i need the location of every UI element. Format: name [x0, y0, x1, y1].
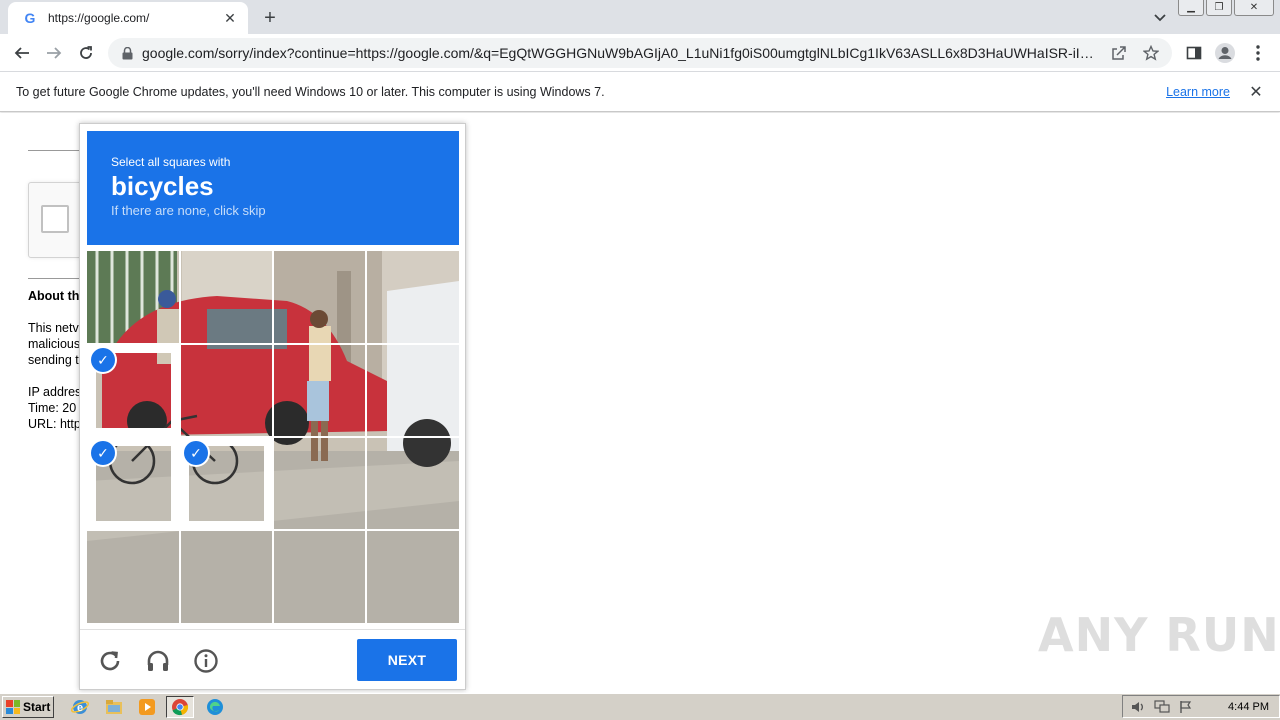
- window-controls: ▁ ❐ ✕: [1178, 0, 1274, 16]
- tab-close-icon[interactable]: ✕: [222, 10, 238, 26]
- infobar-close-icon[interactable]: ✕: [1248, 84, 1264, 101]
- minimize-button[interactable]: ▁: [1178, 0, 1204, 16]
- new-tab-button[interactable]: +: [258, 6, 282, 30]
- captcha-tile[interactable]: [87, 530, 180, 623]
- close-window-button[interactable]: ✕: [1234, 0, 1274, 16]
- captcha-tile[interactable]: [273, 251, 366, 344]
- captcha-tile[interactable]: [87, 251, 180, 344]
- profile-avatar-icon[interactable]: [1213, 41, 1237, 65]
- update-infobar: To get future Google Chrome updates, you…: [0, 72, 1280, 112]
- captcha-tile[interactable]: [366, 437, 459, 530]
- internet-explorer-icon[interactable]: e: [66, 696, 94, 718]
- address-bar[interactable]: google.com/sorry/index?continue=https://…: [108, 38, 1172, 68]
- captcha-tile[interactable]: [180, 344, 273, 437]
- recaptcha-checkbox[interactable]: [41, 205, 69, 233]
- system-tray: 4:44 PM: [1122, 695, 1280, 718]
- image-grid: ✓ ✓ ✓: [87, 251, 459, 623]
- captcha-tile[interactable]: ✓: [87, 437, 180, 530]
- captcha-tile[interactable]: ✓: [87, 344, 180, 437]
- challenge-header: Select all squares with bicycles If ther…: [87, 131, 459, 245]
- infobar-message: To get future Google Chrome updates, you…: [16, 84, 605, 99]
- about-heading: About th: [28, 289, 80, 303]
- about-line: URL: http: [28, 417, 81, 431]
- audio-challenge-headphones-icon[interactable]: [143, 646, 173, 676]
- captcha-tile[interactable]: [273, 530, 366, 623]
- checkmark-icon: ✓: [91, 348, 115, 372]
- captcha-tile[interactable]: [366, 530, 459, 623]
- checkmark-icon: ✓: [184, 441, 208, 465]
- restore-button[interactable]: ❐: [1206, 0, 1232, 16]
- windows-logo-icon: [6, 700, 20, 714]
- about-line: IP addres: [28, 385, 82, 399]
- checkmark-icon: ✓: [91, 441, 115, 465]
- svg-text:e: e: [77, 702, 83, 714]
- tab-strip: G https://google.com/ ✕ + ▁ ❐ ✕: [0, 0, 1280, 34]
- edge-icon[interactable]: [201, 696, 229, 718]
- menu-kebab-icon[interactable]: [1246, 41, 1270, 65]
- volume-icon[interactable]: [1129, 699, 1147, 715]
- forward-button[interactable]: [42, 41, 66, 65]
- windows-taskbar: Start e 4:44 PM: [0, 693, 1280, 720]
- bookmark-star-icon[interactable]: [1140, 42, 1162, 64]
- start-label: Start: [23, 700, 51, 714]
- reload-challenge-icon[interactable]: [95, 646, 125, 676]
- about-line: [28, 368, 81, 384]
- back-button[interactable]: [10, 41, 34, 65]
- chrome-taskbar-icon[interactable]: [166, 696, 194, 718]
- captcha-tile[interactable]: [180, 251, 273, 344]
- tab-search-chevron-icon[interactable]: [1150, 8, 1170, 28]
- captcha-tile[interactable]: [366, 251, 459, 344]
- captcha-tile[interactable]: [273, 437, 366, 530]
- action-center-flag-icon[interactable]: [1177, 699, 1195, 715]
- learn-more-link[interactable]: Learn more: [1166, 85, 1230, 99]
- challenge-keyword: bicycles: [111, 171, 214, 201]
- about-line: sending t: [28, 353, 79, 367]
- share-icon[interactable]: [1108, 42, 1130, 64]
- about-line: This netv: [28, 321, 79, 335]
- captcha-challenge: Select all squares with bicycles If ther…: [79, 123, 466, 690]
- lock-icon[interactable]: [120, 46, 134, 60]
- browser-tab[interactable]: G https://google.com/ ✕: [8, 2, 248, 34]
- challenge-instruction: Select all squares with: [111, 155, 231, 169]
- captcha-tile[interactable]: ✓: [180, 437, 273, 530]
- reload-button[interactable]: [74, 41, 98, 65]
- about-line: malicious: [28, 337, 81, 351]
- start-button[interactable]: Start: [2, 696, 54, 718]
- google-favicon-icon: G: [24, 10, 36, 26]
- media-player-icon[interactable]: [133, 696, 161, 718]
- challenge-hint: If there are none, click skip: [111, 203, 266, 218]
- anyrun-watermark: ANY RUN: [1038, 608, 1280, 662]
- network-icon[interactable]: [1153, 699, 1171, 715]
- tab-title: https://google.com/: [48, 11, 150, 25]
- next-button[interactable]: NEXT: [357, 639, 457, 681]
- browser-toolbar: google.com/sorry/index?continue=https://…: [0, 34, 1280, 72]
- captcha-tile[interactable]: [180, 530, 273, 623]
- about-line: Time: 20: [28, 401, 77, 415]
- url-text[interactable]: google.com/sorry/index?continue=https://…: [142, 45, 1098, 61]
- info-icon[interactable]: [191, 646, 221, 676]
- taskbar-clock: 4:44 PM: [1228, 700, 1269, 713]
- file-explorer-icon[interactable]: [100, 696, 128, 718]
- captcha-tile[interactable]: [366, 344, 459, 437]
- side-panel-icon[interactable]: [1182, 41, 1206, 65]
- about-text: This netv malicious sending t IP addres …: [28, 320, 81, 432]
- captcha-tile[interactable]: [273, 344, 366, 437]
- challenge-footer: NEXT: [80, 629, 465, 689]
